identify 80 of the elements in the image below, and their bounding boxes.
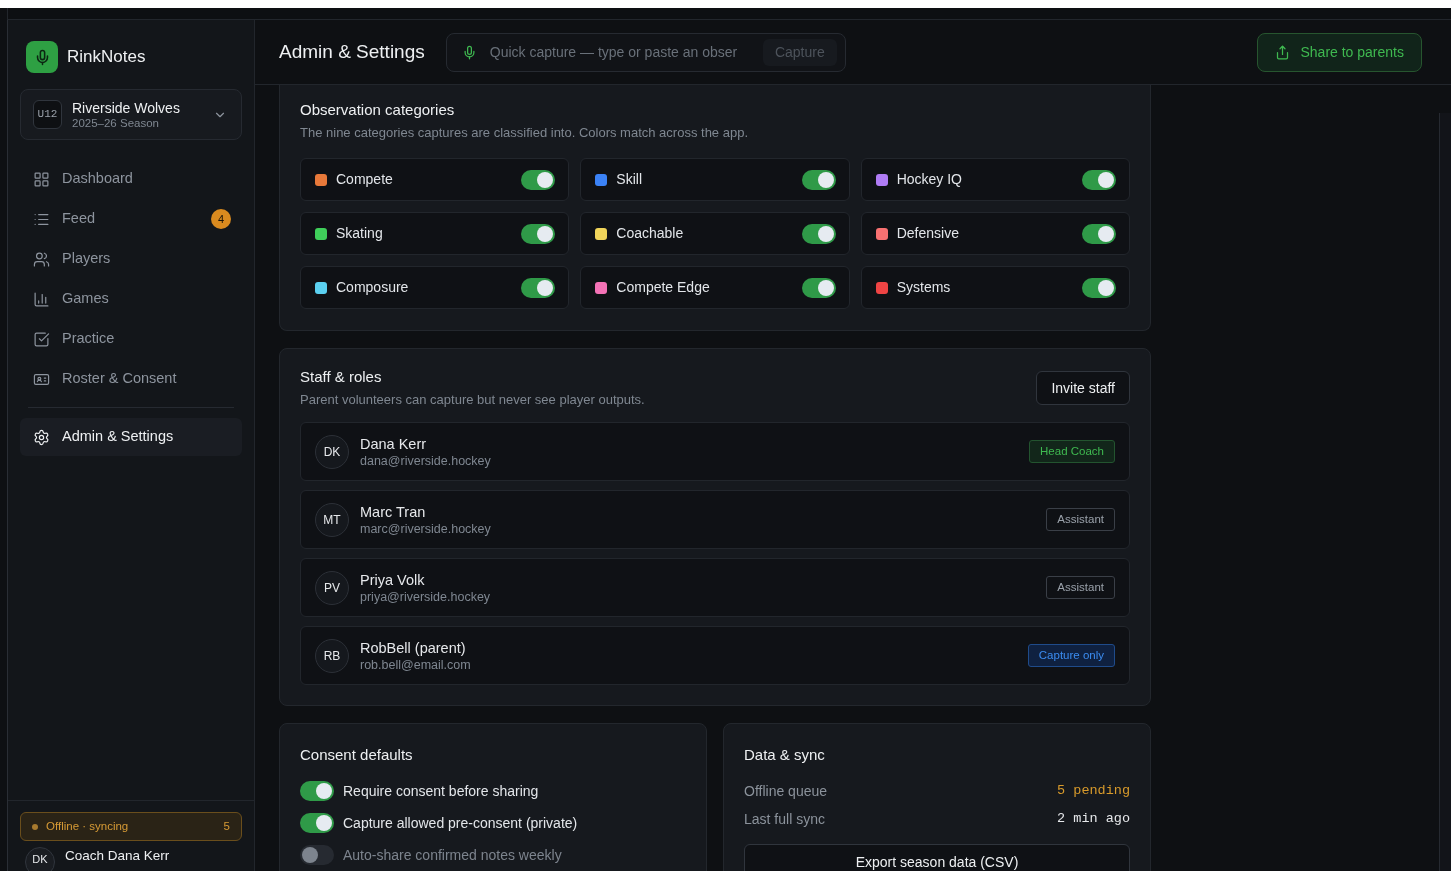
category-label: Compete Edge xyxy=(616,278,711,297)
nav-item[interactable]: Games xyxy=(20,280,242,318)
consent-option-label: Require consent before sharing xyxy=(343,781,539,801)
consent-option-label: Auto-share confirmed notes weekly xyxy=(343,845,562,865)
staff-name: Priya Volk xyxy=(360,570,426,589)
team-season: 2025–26 Season xyxy=(72,115,160,130)
nav-item[interactable]: Roster & Consent xyxy=(20,360,242,398)
microphone-icon xyxy=(461,44,477,60)
toggle-switch[interactable] xyxy=(300,845,334,865)
grid-icon xyxy=(33,170,50,188)
nav-item[interactable]: Players xyxy=(20,240,242,278)
section-title: Consent defaults xyxy=(300,745,414,765)
share-button[interactable]: Share to parents xyxy=(1257,32,1422,72)
role-badge: Head Coach xyxy=(1029,440,1115,463)
category-label: Hockey IQ xyxy=(896,170,963,189)
users-icon xyxy=(33,250,50,268)
staff-avatar: MT xyxy=(315,502,349,537)
user-avatar: DK xyxy=(25,847,55,871)
toggle-switch[interactable] xyxy=(801,169,836,190)
toggle-switch[interactable] xyxy=(801,277,836,298)
toggle-switch[interactable] xyxy=(521,169,556,190)
sync-row-label: Offline queue xyxy=(744,781,828,801)
nav-item[interactable]: Practice xyxy=(20,320,242,358)
sync-status-label: Offline · syncing xyxy=(46,818,130,834)
team-name: Riverside Wolves xyxy=(72,99,181,116)
staff-email: marc@riverside.hockey xyxy=(360,520,492,537)
section-title: Data & sync xyxy=(744,745,826,765)
toggle-switch[interactable] xyxy=(801,223,836,244)
section-description: The nine categories captures are classified into. Colors match across the app. xyxy=(300,124,749,142)
sync-row-value: 2 min ago xyxy=(1057,809,1130,828)
export-button[interactable]: Export season data (CSV) xyxy=(744,844,1130,871)
role-badge: Assistant xyxy=(1046,508,1115,531)
staff-name: Dana Kerr xyxy=(360,434,428,453)
team-selector[interactable]: U12 Riverside Wolves 2025–26 Season xyxy=(20,89,242,140)
queue-count: 5 xyxy=(223,818,230,834)
nav-item[interactable]: Admin & Settings xyxy=(20,418,242,456)
staff-avatar: RB xyxy=(315,638,349,673)
scrollbar-track[interactable] xyxy=(1439,113,1451,871)
toggle-switch[interactable] xyxy=(521,223,556,244)
category-label: Systems xyxy=(896,278,952,297)
invite-staff-button[interactable]: Invite staff xyxy=(1036,371,1130,405)
staff-email: rob.bell@email.com xyxy=(360,656,472,673)
toggle-switch[interactable] xyxy=(1082,169,1116,190)
category-label: Compete xyxy=(336,170,394,189)
team-level-tag: U12 xyxy=(33,100,62,129)
staff-name: Marc Tran xyxy=(360,502,427,521)
role-badge: Assistant xyxy=(1046,576,1115,599)
toggle-switch[interactable] xyxy=(300,813,334,833)
toggle-switch[interactable] xyxy=(300,781,334,801)
section-title: Staff & roles xyxy=(300,367,383,387)
consent-option-label: Capture allowed pre-consent (private) xyxy=(343,813,578,833)
category-label: Composure xyxy=(336,278,410,297)
count-badge: 4 xyxy=(211,209,231,229)
bar-chart-icon xyxy=(33,290,50,308)
toggle-switch[interactable] xyxy=(1082,277,1116,298)
staff-name: RobBell (parent) xyxy=(360,638,467,657)
checkbox-icon xyxy=(33,330,50,348)
sync-row-value: 5 pending xyxy=(1057,781,1130,800)
brand-name: RinkNotes xyxy=(67,46,146,69)
page-title: Admin & Settings xyxy=(279,39,425,64)
category-label: Skill xyxy=(616,170,643,189)
staff-email: dana@riverside.hockey xyxy=(360,452,492,469)
nav-item[interactable]: Dashboard xyxy=(20,160,242,198)
section-title: Observation categories xyxy=(300,100,456,120)
toggle-switch[interactable] xyxy=(1082,223,1116,244)
settings-icon xyxy=(33,428,50,446)
microphone-logo-icon xyxy=(26,41,58,73)
category-label: Defensive xyxy=(896,224,960,243)
category-label: Skating xyxy=(336,224,384,243)
staff-avatar: PV xyxy=(315,570,349,605)
category-label: Coachable xyxy=(616,224,685,243)
staff-email: priya@riverside.hockey xyxy=(360,588,492,605)
user-name: Coach Dana Kerr xyxy=(65,848,170,864)
section-description: Parent volunteers can capture but never see player outputs. xyxy=(300,391,645,409)
role-badge: Capture only xyxy=(1027,644,1115,667)
sync-row-label: Last full sync xyxy=(744,809,825,829)
upload-icon xyxy=(1275,44,1291,60)
nav-item[interactable]: Feed 4 xyxy=(20,200,242,238)
toggle-switch[interactable] xyxy=(521,277,556,298)
staff-avatar: DK xyxy=(315,434,349,469)
